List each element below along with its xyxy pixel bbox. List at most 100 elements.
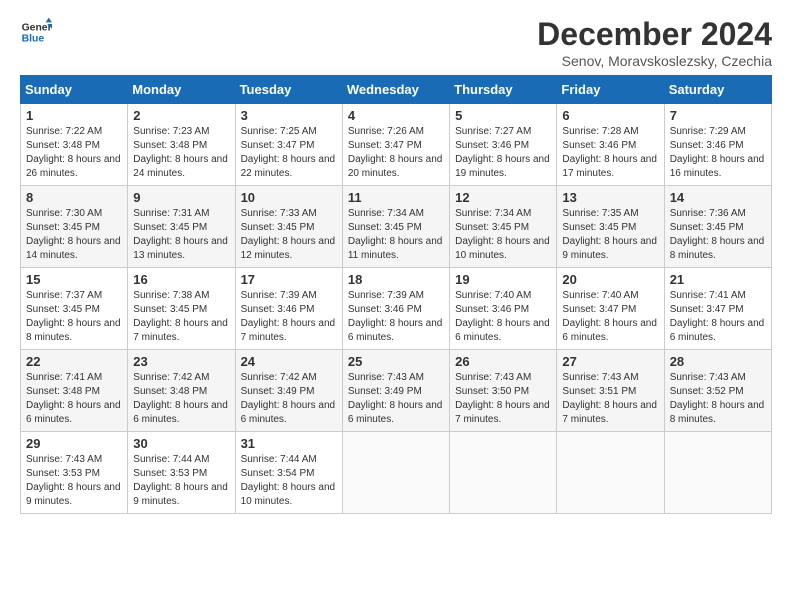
day-number: 12 [455,190,551,205]
day-number: 11 [348,190,444,205]
cell-info: Sunrise: 7:31 AMSunset: 3:45 PMDaylight:… [133,208,228,261]
cell-info: Sunrise: 7:43 AMSunset: 3:53 PMDaylight:… [26,454,121,507]
cell-info: Sunrise: 7:26 AMSunset: 3:47 PMDaylight:… [348,126,443,179]
calendar-week-row: 29Sunrise: 7:43 AMSunset: 3:53 PMDayligh… [21,432,772,514]
day-number: 6 [562,108,658,123]
logo: General Blue [20,16,52,48]
table-row: 11 Sunrise: 7:34 AMSunset: 3:45 PMDayligh… [342,186,449,268]
table-row: 27 Sunrise: 7:43 AMSunset: 3:51 PMDayligh… [557,350,664,432]
table-row: 5 Sunrise: 7:27 AMSunset: 3:46 PMDaylight… [450,104,557,186]
cell-info: Sunrise: 7:34 AMSunset: 3:45 PMDaylight:… [348,208,443,261]
location-subtitle: Senov, Moravskoslezsky, Czechia [537,53,772,69]
cell-info: Sunrise: 7:43 AMSunset: 3:51 PMDaylight:… [562,372,657,425]
table-row: 31Sunrise: 7:44 AMSunset: 3:54 PMDayligh… [235,432,342,514]
cell-info: Sunrise: 7:43 AMSunset: 3:50 PMDaylight:… [455,372,550,425]
table-row: 20 Sunrise: 7:40 AMSunset: 3:47 PMDayligh… [557,268,664,350]
day-number: 20 [562,272,658,287]
day-number: 2 [133,108,229,123]
cell-info: Sunrise: 7:37 AMSunset: 3:45 PMDaylight:… [26,290,121,343]
cell-info: Sunrise: 7:42 AMSunset: 3:49 PMDaylight:… [241,372,336,425]
cell-info: Sunrise: 7:40 AMSunset: 3:46 PMDaylight:… [455,290,550,343]
cell-info: Sunrise: 7:44 AMSunset: 3:53 PMDaylight:… [133,454,228,507]
day-number: 25 [348,354,444,369]
calendar-week-row: 15 Sunrise: 7:37 AMSunset: 3:45 PMDayligh… [21,268,772,350]
day-header-sunday: Sunday [21,76,128,104]
table-row: 18Sunrise: 7:39 AMSunset: 3:46 PMDayligh… [342,268,449,350]
day-number: 26 [455,354,551,369]
cell-info: Sunrise: 7:30 AMSunset: 3:45 PMDaylight:… [26,208,121,261]
cell-info: Sunrise: 7:23 AMSunset: 3:48 PMDaylight:… [133,126,228,179]
table-row: 12 Sunrise: 7:34 AMSunset: 3:45 PMDayligh… [450,186,557,268]
table-row: 14 Sunrise: 7:36 AMSunset: 3:45 PMDayligh… [664,186,771,268]
day-number: 1 [26,108,122,123]
table-row [450,432,557,514]
calendar-week-row: 1Sunrise: 7:22 AMSunset: 3:48 PMDaylight… [21,104,772,186]
svg-text:Blue: Blue [22,34,45,45]
day-number: 13 [562,190,658,205]
cell-info: Sunrise: 7:43 AMSunset: 3:49 PMDaylight:… [348,372,443,425]
cell-info: Sunrise: 7:44 AMSunset: 3:54 PMDaylight:… [241,454,336,507]
calendar-week-row: 8 Sunrise: 7:30 AMSunset: 3:45 PMDaylight… [21,186,772,268]
table-row: 23Sunrise: 7:42 AMSunset: 3:48 PMDayligh… [128,350,235,432]
cell-info: Sunrise: 7:34 AMSunset: 3:45 PMDaylight:… [455,208,550,261]
day-number: 3 [241,108,337,123]
table-row [342,432,449,514]
table-row: 4 Sunrise: 7:26 AMSunset: 3:47 PMDaylight… [342,104,449,186]
table-row [557,432,664,514]
table-row: 3 Sunrise: 7:25 AMSunset: 3:47 PMDaylight… [235,104,342,186]
day-number: 23 [133,354,229,369]
day-number: 18 [348,272,444,287]
cell-info: Sunrise: 7:41 AMSunset: 3:48 PMDaylight:… [26,372,121,425]
table-row: 29Sunrise: 7:43 AMSunset: 3:53 PMDayligh… [21,432,128,514]
cell-info: Sunrise: 7:40 AMSunset: 3:47 PMDaylight:… [562,290,657,343]
title-block: December 2024 Senov, Moravskoslezsky, Cz… [537,16,772,69]
day-number: 5 [455,108,551,123]
day-number: 7 [670,108,766,123]
day-number: 10 [241,190,337,205]
day-number: 22 [26,354,122,369]
day-number: 4 [348,108,444,123]
calendar-week-row: 22 Sunrise: 7:41 AMSunset: 3:48 PMDayligh… [21,350,772,432]
day-header-thursday: Thursday [450,76,557,104]
table-row: 15 Sunrise: 7:37 AMSunset: 3:45 PMDayligh… [21,268,128,350]
table-row: 22 Sunrise: 7:41 AMSunset: 3:48 PMDayligh… [21,350,128,432]
table-row: 10Sunrise: 7:33 AMSunset: 3:45 PMDayligh… [235,186,342,268]
day-header-wednesday: Wednesday [342,76,449,104]
day-number: 9 [133,190,229,205]
day-number: 27 [562,354,658,369]
table-row: 6Sunrise: 7:28 AMSunset: 3:46 PMDaylight… [557,104,664,186]
day-number: 14 [670,190,766,205]
day-number: 8 [26,190,122,205]
day-header-monday: Monday [128,76,235,104]
table-row: 17Sunrise: 7:39 AMSunset: 3:46 PMDayligh… [235,268,342,350]
logo-icon: General Blue [20,16,52,48]
table-row: 13Sunrise: 7:35 AMSunset: 3:45 PMDayligh… [557,186,664,268]
table-row: 9 Sunrise: 7:31 AMSunset: 3:45 PMDaylight… [128,186,235,268]
page-header: General Blue December 2024 Senov, Moravs… [20,16,772,69]
table-row: 8 Sunrise: 7:30 AMSunset: 3:45 PMDaylight… [21,186,128,268]
day-number: 28 [670,354,766,369]
table-row: 1Sunrise: 7:22 AMSunset: 3:48 PMDaylight… [21,104,128,186]
table-row: 28 Sunrise: 7:43 AMSunset: 3:52 PMDayligh… [664,350,771,432]
day-number: 24 [241,354,337,369]
cell-info: Sunrise: 7:39 AMSunset: 3:46 PMDaylight:… [241,290,336,343]
day-number: 19 [455,272,551,287]
table-row: 2 Sunrise: 7:23 AMSunset: 3:48 PMDaylight… [128,104,235,186]
cell-info: Sunrise: 7:27 AMSunset: 3:46 PMDaylight:… [455,126,550,179]
day-header-saturday: Saturday [664,76,771,104]
day-number: 21 [670,272,766,287]
cell-info: Sunrise: 7:38 AMSunset: 3:45 PMDaylight:… [133,290,228,343]
table-row [664,432,771,514]
table-row: 30Sunrise: 7:44 AMSunset: 3:53 PMDayligh… [128,432,235,514]
day-header-friday: Friday [557,76,664,104]
calendar-table: SundayMondayTuesdayWednesdayThursdayFrid… [20,75,772,514]
table-row: 7Sunrise: 7:29 AMSunset: 3:46 PMDaylight… [664,104,771,186]
cell-info: Sunrise: 7:36 AMSunset: 3:45 PMDaylight:… [670,208,765,261]
calendar-header-row: SundayMondayTuesdayWednesdayThursdayFrid… [21,76,772,104]
table-row: 25 Sunrise: 7:43 AMSunset: 3:49 PMDayligh… [342,350,449,432]
cell-info: Sunrise: 7:25 AMSunset: 3:47 PMDaylight:… [241,126,336,179]
day-number: 15 [26,272,122,287]
cell-info: Sunrise: 7:41 AMSunset: 3:47 PMDaylight:… [670,290,765,343]
day-header-tuesday: Tuesday [235,76,342,104]
cell-info: Sunrise: 7:43 AMSunset: 3:52 PMDaylight:… [670,372,765,425]
